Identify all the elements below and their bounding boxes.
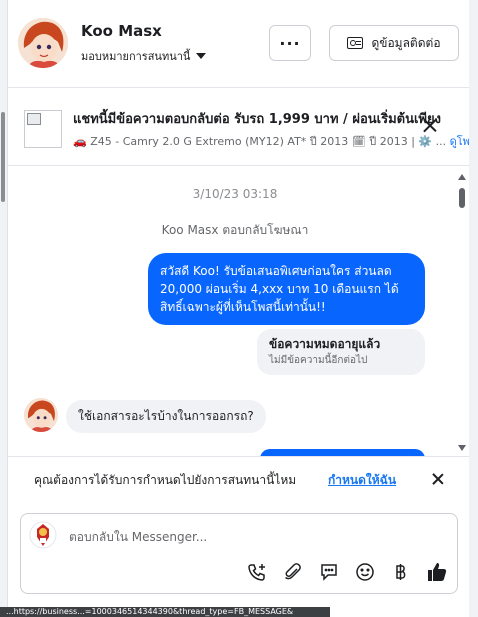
status-url: ...https://business...=1000346514344390&… [6, 607, 294, 616]
chat-icon[interactable] [317, 560, 341, 584]
outgoing-message-bubble-partial[interactable] [260, 449, 425, 456]
assignment-prompt-text: คุณต้องการได้รับการกำหนดไปยังการสนทนานี้… [34, 473, 297, 487]
scroll-down-icon[interactable] [458, 445, 466, 451]
listing-title: แชทนี้มีข้อความตอบกลับต่อ รับรถ 1,999 บา… [73, 112, 441, 127]
browser-status-bar: ...https://business...=1000346514344390&… [0, 607, 330, 617]
expired-subtitle: ไม่มีข้อความนี้อีกต่อไป [269, 355, 368, 366]
expired-message-bubble: ข้อความหมดอายุแล้ว ไม่มีข้อความนี้อีกต่อ… [257, 329, 425, 375]
message-composer[interactable]: ตอบกลับใน Messenger... [20, 513, 458, 594]
composer-toolbar [245, 560, 449, 584]
baht-icon[interactable] [389, 560, 413, 584]
view-post-link[interactable]: ดูโพ [450, 135, 469, 148]
user-avatar[interactable] [18, 18, 68, 68]
listing-subtitle: 🚗 Z45 - Camry 2.0 G Extremo (MY12) AT* ป… [73, 132, 469, 150]
assign-to-me-link[interactable]: กำหนดให้ฉัน [328, 471, 396, 490]
left-scroll-strip [0, 0, 8, 617]
outgoing-message-text: สวัสดี Koo! รับข้อเสนอพิเศษก่อนใคร ส่วนล… [160, 264, 399, 314]
right-scroll-strip [469, 0, 478, 617]
assignment-prompt: คุณต้องการได้รับการกำหนดไปยังการสนทนานี้… [8, 456, 469, 502]
listing-thumbnail[interactable] [24, 110, 62, 148]
reply-input[interactable]: ตอบกลับใน Messenger... [69, 528, 207, 547]
listing-context-bar: แชทนี้มีข้อความตอบกลับต่อ รับรถ 1,999 บา… [8, 88, 469, 166]
sender-avatar[interactable] [24, 398, 58, 432]
chat-scrollbar[interactable] [456, 170, 468, 452]
assign-conversation-dropdown[interactable]: มอบหมายการสนทนานี้ [81, 47, 207, 65]
left-scrollbar-thumb[interactable] [1, 112, 5, 202]
message-timestamp: 3/10/23 03:18 [192, 187, 278, 201]
like-icon[interactable] [425, 560, 449, 584]
id-card-icon [347, 37, 364, 49]
attachment-icon[interactable] [281, 560, 305, 584]
more-options-button[interactable]: ··· [269, 25, 311, 61]
page-avatar [29, 521, 57, 549]
assign-label: มอบหมายการสนทนานี้ [81, 50, 191, 63]
add-call-icon[interactable] [245, 560, 269, 584]
expired-title: ข้อความหมดอายุแล้ว [269, 337, 381, 351]
conversation-header: Koo Masx มอบหมายการสนทนานี้ ··· ดูข้อมูล… [8, 0, 469, 88]
emoji-icon[interactable] [353, 560, 377, 584]
scrollbar-thumb[interactable] [459, 188, 465, 208]
caret-down-icon [196, 53, 207, 59]
close-icon[interactable] [423, 118, 437, 132]
outgoing-message-bubble[interactable]: สวัสดี Koo! รับข้อเสนอพิเศษก่อนใคร ส่วนล… [148, 253, 425, 325]
view-contact-label: ดูข้อมูลติดต่อ [371, 35, 441, 50]
more-icon: ··· [279, 33, 301, 53]
view-contact-button[interactable]: ดูข้อมูลติดต่อ [329, 25, 459, 61]
user-name: Koo Masx [81, 22, 162, 40]
ad-reply-note: Koo Masx ตอบกลับโฆษณา [161, 223, 309, 237]
listing-details: 🚗 Z45 - Camry 2.0 G Extremo (MY12) AT* ป… [73, 135, 447, 148]
incoming-message-bubble[interactable]: ใช้เอกสารอะไรบ้างในการออกรถ? [66, 400, 266, 433]
close-icon[interactable] [432, 473, 444, 485]
scroll-up-icon[interactable] [458, 174, 466, 180]
message-thread: 3/10/23 03:18 Koo Masx ตอบกลับโฆษณา สวัส… [8, 166, 469, 456]
incoming-message-text: ใช้เอกสารอะไรบ้างในการออกรถ? [78, 409, 254, 423]
